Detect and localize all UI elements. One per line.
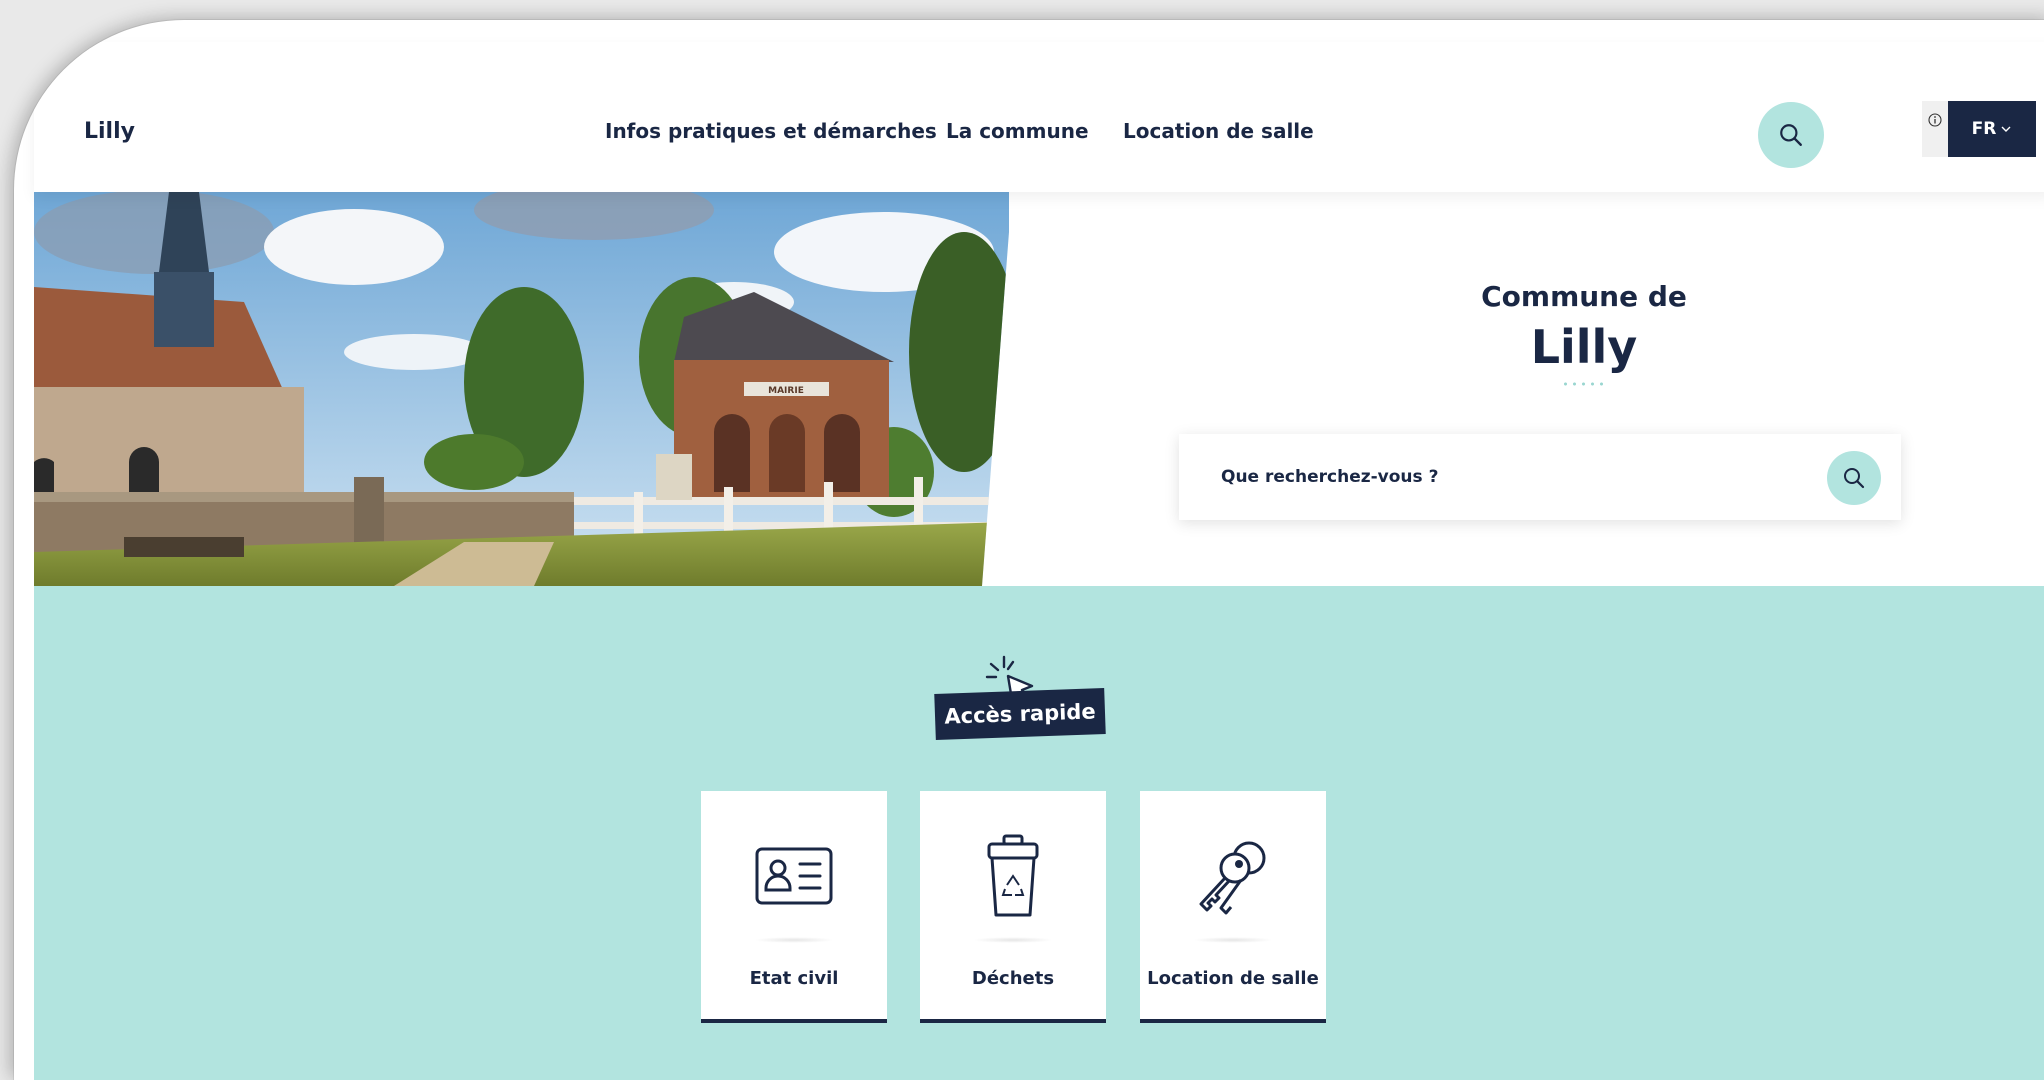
info-button[interactable]: [1922, 101, 1948, 157]
language-selector[interactable]: FR: [1948, 101, 2036, 157]
hero-section: MAIRIE Commune de Lilly Que recherchez-v…: [34, 192, 2044, 586]
nav-la-commune[interactable]: La commune: [946, 119, 1089, 143]
id-card-icon: [744, 831, 844, 921]
search-icon: [1780, 124, 1802, 146]
commune-title-prefix: Commune de: [1481, 280, 1687, 313]
hero-search-input[interactable]: [1219, 462, 1779, 492]
quick-card-location-salle[interactable]: Location de salle: [1140, 791, 1326, 1023]
nav-location-de-salle[interactable]: Location de salle: [1123, 119, 1314, 143]
quick-card-label: Location de salle: [1147, 968, 1319, 989]
mairie-sign: MAIRIE: [768, 386, 804, 396]
info-icon: [1928, 113, 1942, 127]
hero-village-photo: MAIRIE: [34, 192, 1009, 586]
nav-infos-pratiques[interactable]: Infos pratiques et démarches: [605, 119, 937, 143]
keys-icon: [1183, 831, 1283, 921]
quick-card-label: Déchets: [971, 968, 1055, 989]
search-icon: [1844, 468, 1865, 489]
quick-access-section: Accès rapide Etat civil Déchets Location…: [34, 586, 2044, 1080]
quick-card-etat-civil[interactable]: Etat civil: [701, 791, 887, 1023]
site-header: Lilly Infos pratiques et démarches La co…: [34, 42, 2044, 192]
hero-search-box: [1179, 434, 1901, 520]
quick-card-label: Etat civil: [749, 968, 839, 989]
quick-card-dechets[interactable]: Déchets: [920, 791, 1106, 1023]
browser-frame: Lilly Infos pratiques et démarches La co…: [14, 20, 2044, 1080]
language-label: FR: [1971, 119, 1997, 139]
chevron-down-icon: [2001, 126, 2011, 132]
commune-title-name: Lilly: [1530, 320, 1638, 374]
hero-search-button[interactable]: [1827, 451, 1881, 505]
title-underline-dots: [1561, 382, 1607, 386]
quick-access-title: Accès rapide: [934, 688, 1106, 740]
site-logo[interactable]: Lilly: [84, 119, 135, 144]
header-search-button[interactable]: [1758, 102, 1824, 168]
recycling-bin-icon: [963, 831, 1063, 921]
